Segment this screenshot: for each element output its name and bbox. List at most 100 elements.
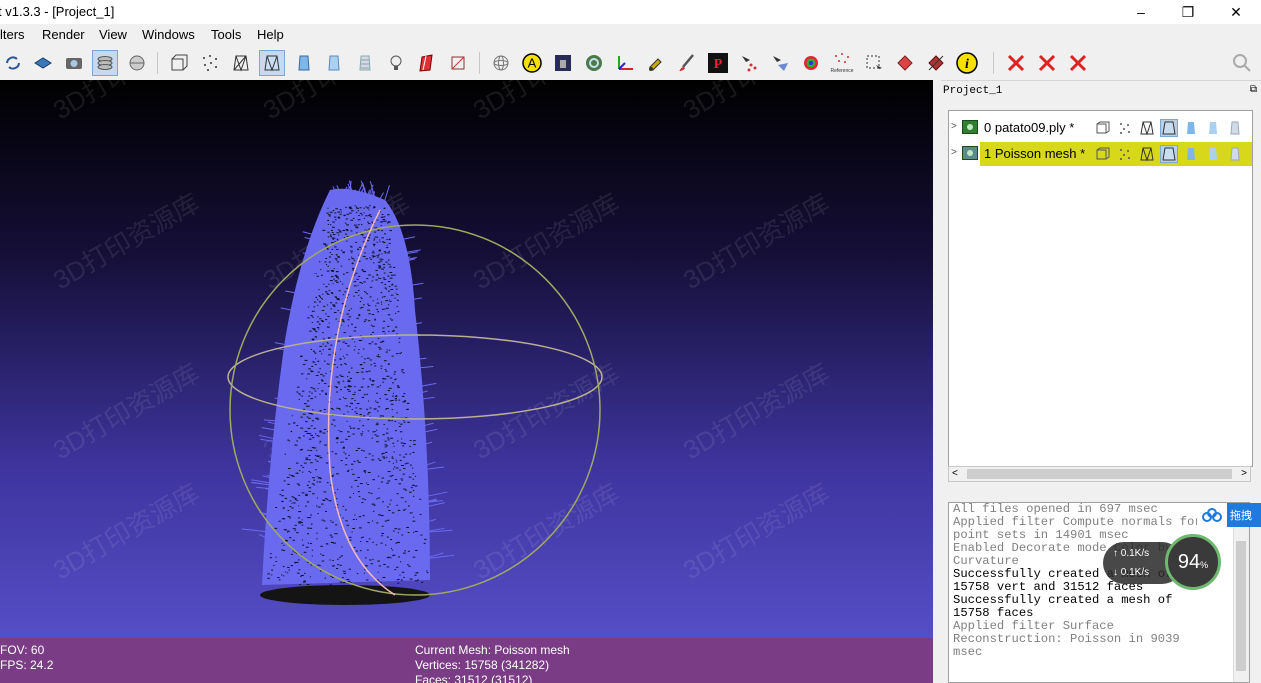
flat-mode-icon[interactable] (1182, 119, 1200, 137)
wireframe-icon[interactable] (228, 50, 254, 76)
log-line: msec (953, 645, 983, 659)
box-icon[interactable] (124, 50, 150, 76)
hidden-lines-icon[interactable] (259, 50, 285, 76)
upload-speed: ↑ 0.1K/s (1113, 548, 1150, 559)
texture-icon[interactable] (352, 50, 378, 76)
light-icon[interactable] (383, 50, 409, 76)
visibility-eye-icon[interactable] (962, 120, 978, 134)
watermark-text: 3D打印资源库 (678, 358, 834, 466)
wire-mode-icon[interactable] (1138, 119, 1156, 137)
align-icon[interactable] (892, 50, 918, 76)
reference-icon[interactable]: Reference (829, 50, 855, 76)
watermark-text: 3D打印资源库 (48, 188, 204, 296)
menu-tools[interactable]: Tools (211, 27, 241, 42)
toolbar-separator (157, 52, 158, 74)
toolbar-separator (479, 52, 480, 74)
horizontal-scrollbar[interactable]: < > (948, 466, 1251, 482)
axis-icon[interactable] (612, 50, 638, 76)
layer-label: 0 patato09.ply * (984, 120, 1075, 135)
trackball-icon[interactable] (488, 50, 514, 76)
scroll-thumb[interactable] (1236, 541, 1246, 671)
faces-label: Faces: 31512 (31512) (415, 673, 533, 683)
watermark-text: 3D打印资源库 (678, 80, 834, 125)
expand-arrow-icon[interactable]: > (951, 121, 957, 132)
bbox-mode-icon[interactable] (1094, 119, 1112, 137)
points-mode-icon[interactable] (1116, 119, 1134, 137)
viewport-status-bar: FOV: 60 FPS: 24.2 Current Mesh: Poisson … (0, 638, 933, 683)
refresh-icon[interactable] (0, 50, 26, 76)
fps-label: FPS: 24.2 (0, 658, 54, 672)
float-icon[interactable]: ⧉ (1250, 84, 1257, 95)
scroll-left-icon[interactable]: < (952, 468, 958, 479)
wire-mode-icon[interactable] (1138, 145, 1156, 163)
svg-text:i: i (965, 57, 969, 72)
cloud-drag-button[interactable]: 拖拽 (1197, 503, 1261, 527)
vertices-label: Vertices: 15758 (341282) (415, 658, 550, 672)
select-rect-icon[interactable] (861, 50, 887, 76)
delete-both-icon[interactable] (1065, 50, 1091, 76)
texture-mode-icon[interactable] (1226, 119, 1244, 137)
minimize-button[interactable]: – (1118, 0, 1164, 24)
scroll-right-icon[interactable]: > (1241, 468, 1247, 479)
watermark-text: 3D打印资源库 (48, 478, 204, 586)
menu-view[interactable]: View (99, 27, 127, 42)
backface-icon[interactable] (445, 50, 471, 76)
reference-label: Reference (830, 68, 853, 74)
points-mode-icon[interactable] (1116, 145, 1134, 163)
gauge-unit: % (1200, 560, 1209, 570)
points-icon[interactable] (197, 50, 223, 76)
bbox-icon[interactable] (166, 50, 192, 76)
layer-row[interactable]: > 0 patato09.ply * (949, 116, 1252, 140)
main-toolbar: A P Reference i (0, 46, 1261, 81)
vertical-scrollbar[interactable] (1233, 503, 1249, 682)
watermark-text: 3D打印资源库 (678, 188, 834, 296)
doubleside-icon[interactable] (414, 50, 440, 76)
menu-windows[interactable]: Windows (142, 27, 195, 42)
network-speed-widget[interactable]: ↑ 0.1K/s ↓ 0.1K/s 94% (1103, 534, 1223, 594)
scroll-thumb[interactable] (967, 469, 1232, 479)
texture-mode-icon[interactable] (1226, 145, 1244, 163)
visibility-eye-icon[interactable] (962, 146, 978, 160)
hidden-mode-icon[interactable] (1160, 145, 1178, 163)
pick-icon[interactable]: P (705, 50, 731, 76)
memory-gauge[interactable]: 94% (1165, 534, 1221, 590)
window-title: t v1.3.3 - [Project_1] (0, 4, 115, 19)
delete-vertices-icon[interactable] (1003, 50, 1029, 76)
color-icon[interactable] (798, 50, 824, 76)
smooth-mode-icon[interactable] (1204, 119, 1222, 137)
annotation-icon[interactable]: A (519, 50, 545, 76)
flat-icon[interactable] (291, 50, 317, 76)
flat-mode-icon[interactable] (1182, 145, 1200, 163)
brush-icon[interactable] (674, 50, 700, 76)
info-icon[interactable]: i (954, 50, 980, 76)
snapshot-icon[interactable] (61, 50, 87, 76)
layer-stack-icon[interactable] (92, 50, 118, 76)
bbox-mode-icon[interactable] (1094, 145, 1112, 163)
measure-icon[interactable] (923, 50, 949, 76)
log-line: Reconstruction: Poisson in 9039 (953, 632, 1180, 646)
layer-row-selected[interactable]: > 1 Poisson mesh * (949, 142, 1252, 166)
watermark-text: 3D打印资源库 (48, 358, 204, 466)
close-button[interactable]: ✕ (1213, 0, 1259, 24)
hidden-mode-icon[interactable] (1160, 119, 1178, 137)
title-bar: t v1.3.3 - [Project_1] – ❐ ✕ (0, 0, 1261, 24)
expand-arrow-icon[interactable]: > (951, 147, 957, 158)
layer-tree[interactable]: > 0 patato09.ply * > 1 Poisson mesh * (948, 110, 1253, 467)
splitter[interactable] (933, 80, 941, 683)
3d-viewport[interactable]: 3D打印资源库 3D打印资源库 3D打印资源库 3D打印资源库 3D打印资源库 3D打印资… (0, 80, 933, 683)
smooth-icon[interactable] (321, 50, 347, 76)
rasterize-icon[interactable] (550, 50, 576, 76)
layer-icon[interactable] (30, 50, 56, 76)
restore-button[interactable]: ❐ (1165, 0, 1211, 24)
select-face-icon[interactable] (767, 50, 793, 76)
download-speed: ↓ 0.1K/s (1113, 567, 1150, 578)
menu-help[interactable]: Help (257, 27, 284, 42)
select-vertex-icon[interactable] (736, 50, 762, 76)
paint-icon[interactable] (643, 50, 669, 76)
menu-filters[interactable]: lters (0, 27, 25, 42)
texture-map-icon[interactable] (581, 50, 607, 76)
smooth-mode-icon[interactable] (1204, 145, 1222, 163)
delete-faces-icon[interactable] (1034, 50, 1060, 76)
menu-render[interactable]: Render (42, 27, 85, 42)
search-icon[interactable] (1229, 50, 1255, 76)
